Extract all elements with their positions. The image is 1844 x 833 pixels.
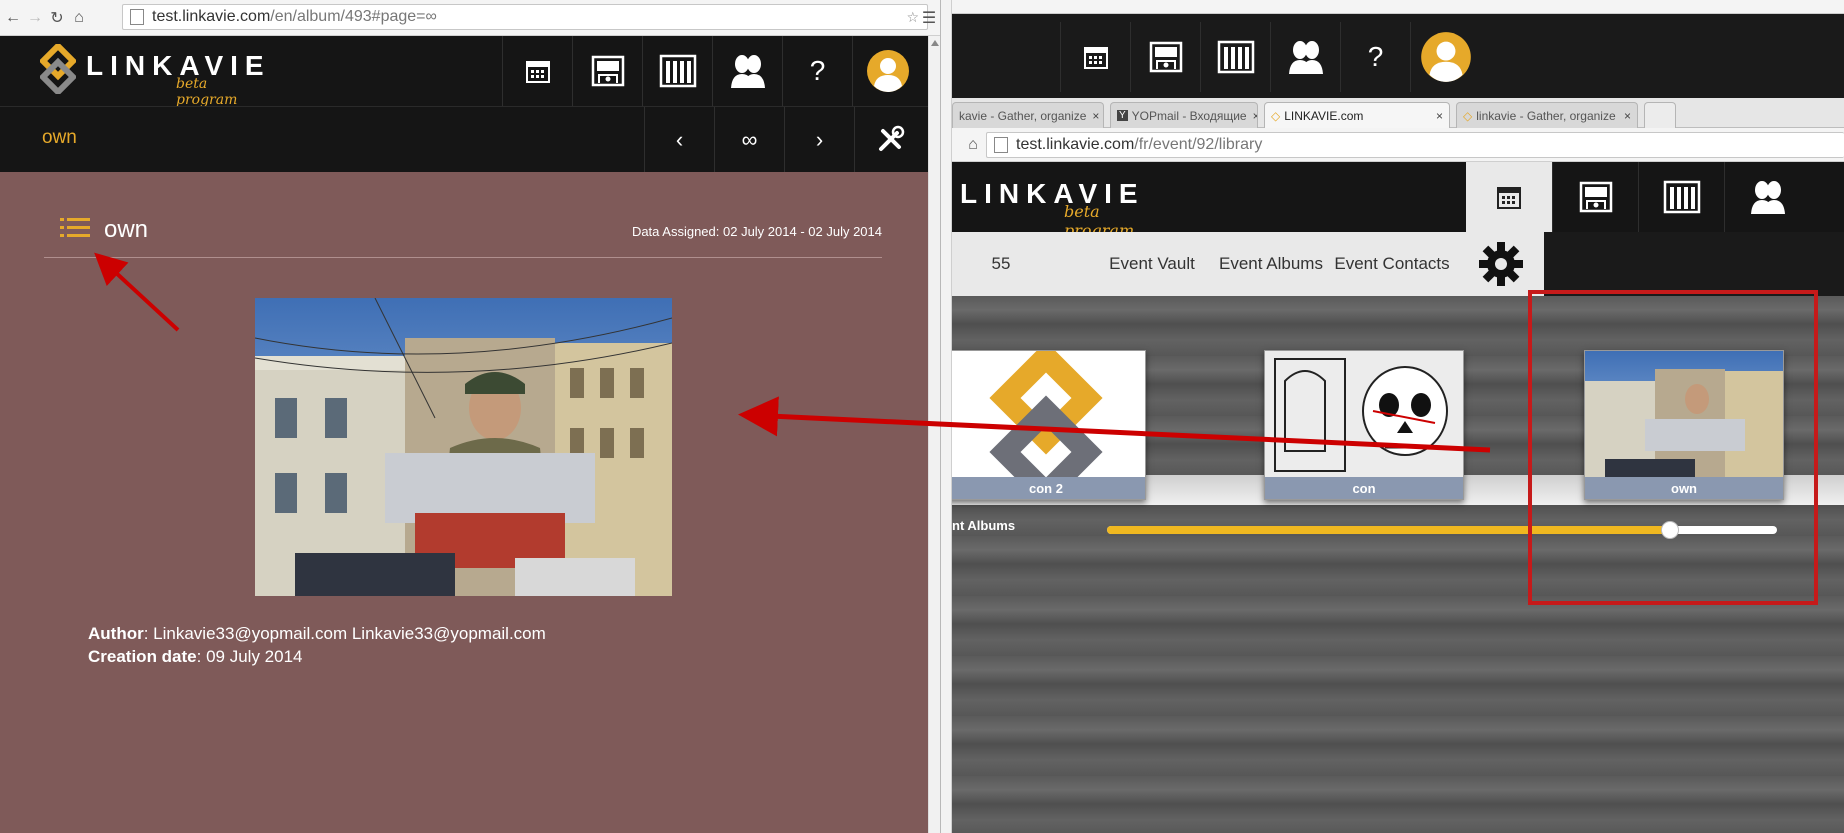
forward-icon[interactable]: → <box>24 7 46 29</box>
creation-value: : 09 July 2014 <box>196 647 303 666</box>
close-icon[interactable]: × <box>1247 109 1257 123</box>
event-count: 55 <box>991 254 1011 273</box>
breadcrumb[interactable]: own <box>42 127 77 149</box>
event-nav: 55 Event Vault Event Albums Event Contac… <box>952 232 1544 296</box>
new-tab-button[interactable] <box>1644 102 1676 128</box>
tools-button[interactable] <box>854 107 924 173</box>
tab-label: YOPmail - Входящие <box>1131 108 1247 123</box>
event-contacts-link[interactable]: Event Contacts <box>1332 232 1452 296</box>
left-scrollbar[interactable] <box>928 36 940 833</box>
author-label: Author <box>88 624 144 643</box>
tab-label: kavie - Gather, organize <box>959 108 1087 123</box>
contacts-icon[interactable] <box>1724 162 1810 232</box>
linkavie-logo[interactable]: LINKAVIE beta program <box>40 44 264 108</box>
tab-linkavie-1[interactable]: kavie - Gather, organize × <box>952 102 1104 128</box>
left-browser-window: ← → ↻ ⌂ test.linkavie.com/en/album/493#p… <box>0 0 940 833</box>
avatar[interactable] <box>852 36 922 106</box>
prev-page-button[interactable]: ‹ <box>644 107 714 173</box>
url-host: test.linkavie.com <box>152 8 271 25</box>
shelf-label: nt Albums <box>952 518 1016 533</box>
tab-linkavie-active[interactable]: ◇ LINKAVIE.com × <box>1264 102 1450 129</box>
scroll-up-icon[interactable] <box>931 40 939 46</box>
window-splitter <box>940 0 952 833</box>
nav-filler <box>1544 232 1844 296</box>
close-icon[interactable]: × <box>1430 109 1443 123</box>
right-window-top <box>952 0 1844 14</box>
home-icon[interactable]: ⌂ <box>962 134 984 156</box>
calendar-icon[interactable] <box>1060 22 1130 92</box>
close-icon[interactable]: × <box>1086 109 1099 123</box>
favicon-icon: ◇ <box>1463 108 1473 123</box>
creation-line: Creation date: 09 July 2014 <box>88 647 303 667</box>
tools-icon <box>878 125 904 151</box>
settings-gear-icon[interactable] <box>1458 232 1544 296</box>
url-path: /fr/event/92/library <box>1134 136 1263 153</box>
album-photo[interactable] <box>255 298 672 596</box>
tab-label: linkavie - Gather, organize <box>1476 108 1616 123</box>
logo-mark-icon <box>40 44 76 94</box>
gallery-icon[interactable] <box>572 36 642 106</box>
url-host: test.linkavie.com <box>1016 136 1135 153</box>
back-icon[interactable]: ← <box>2 7 24 29</box>
tab-strip: kavie - Gather, organize × Y YOPmail - Вхо… <box>952 98 1844 129</box>
calendar-icon-active[interactable] <box>1466 162 1552 232</box>
library-icon[interactable] <box>642 36 712 106</box>
calendar-icon[interactable] <box>502 36 572 106</box>
tab-label: LINKAVIE.com <box>1284 109 1364 123</box>
gallery-icon[interactable] <box>1130 22 1200 92</box>
event-vault-link[interactable]: Event Vault <box>1094 232 1210 296</box>
address-bar[interactable]: test.linkavie.com/en/album/493#page=∞ ☆ <box>122 4 928 30</box>
author-value: : Linkavie33@yopmail.com Linkavie33@yopm… <box>143 624 546 643</box>
album-card-con[interactable]: con <box>1264 350 1464 500</box>
author-line: Author: Linkavie33@yopmail.com Linkavie3… <box>88 624 546 644</box>
logo-tagline: beta program <box>176 76 238 108</box>
page-icon <box>994 137 1008 153</box>
linkavie-logo[interactable]: LINKAVIE beta program <box>960 172 1140 240</box>
library-icon[interactable] <box>1638 162 1724 232</box>
title-divider <box>44 257 882 258</box>
reload-icon[interactable]: ↻ <box>46 7 68 29</box>
list-icon[interactable] <box>60 216 90 240</box>
album-thumbnail <box>952 351 1145 477</box>
yopmail-icon: Y <box>1117 110 1128 121</box>
background-app-header: ? <box>952 14 1844 98</box>
library-icon[interactable] <box>1200 22 1270 92</box>
contacts-icon[interactable] <box>1270 22 1340 92</box>
date-assigned: Data Assigned: 02 July 2014 - 02 July 20… <box>631 224 882 239</box>
album-caption: con 2 <box>952 477 1145 499</box>
favicon-icon: ◇ <box>1271 109 1281 123</box>
creation-label: Creation date <box>88 647 197 666</box>
left-app-header: LINKAVIE beta program ? <box>0 36 928 108</box>
close-icon[interactable]: × <box>1618 109 1631 123</box>
right-app-header: LINKAVIE beta program <box>952 162 1844 240</box>
address-bar[interactable]: test.linkavie.com/fr/event/92/library <box>986 132 1844 158</box>
home-icon[interactable]: ⌂ <box>68 7 90 29</box>
album-caption: con <box>1265 477 1463 499</box>
event-albums-link[interactable]: Event Albums <box>1216 232 1326 296</box>
page-icon <box>130 9 144 25</box>
next-page-button[interactable]: › <box>784 107 854 173</box>
right-toolbar: ⌂ test.linkavie.com/fr/event/92/library <box>952 128 1844 162</box>
contacts-icon[interactable] <box>712 36 782 106</box>
avatar[interactable] <box>1410 22 1480 92</box>
page-indicator: ∞ <box>714 107 784 173</box>
tab-linkavie-2[interactable]: ◇ linkavie - Gather, organize × <box>1456 102 1638 128</box>
left-toolbar: ← → ↻ ⌂ test.linkavie.com/en/album/493#p… <box>0 0 940 36</box>
gallery-icon[interactable] <box>1552 162 1638 232</box>
album-subbar: own ‹ ∞ › <box>0 106 928 173</box>
album-title: own <box>104 216 149 243</box>
chrome-menu-icon[interactable]: ☰ <box>918 7 940 29</box>
album-card-con2[interactable]: con 2 <box>952 350 1146 500</box>
help-icon[interactable]: ? <box>1340 22 1410 92</box>
album-view: own Data Assigned: 02 July 2014 - 02 Jul… <box>0 172 928 833</box>
help-icon[interactable]: ? <box>782 36 852 106</box>
url-path: /en/album/493#page=∞ <box>270 8 437 25</box>
tab-yopmail[interactable]: YYOPmail - Входящие× <box>1110 102 1258 128</box>
annotation-highlight-box <box>1528 290 1818 605</box>
right-browser-window: ? kavie - Gather, organize × Y YOPmail - В… <box>952 0 1844 833</box>
album-thumbnail <box>1265 351 1463 477</box>
